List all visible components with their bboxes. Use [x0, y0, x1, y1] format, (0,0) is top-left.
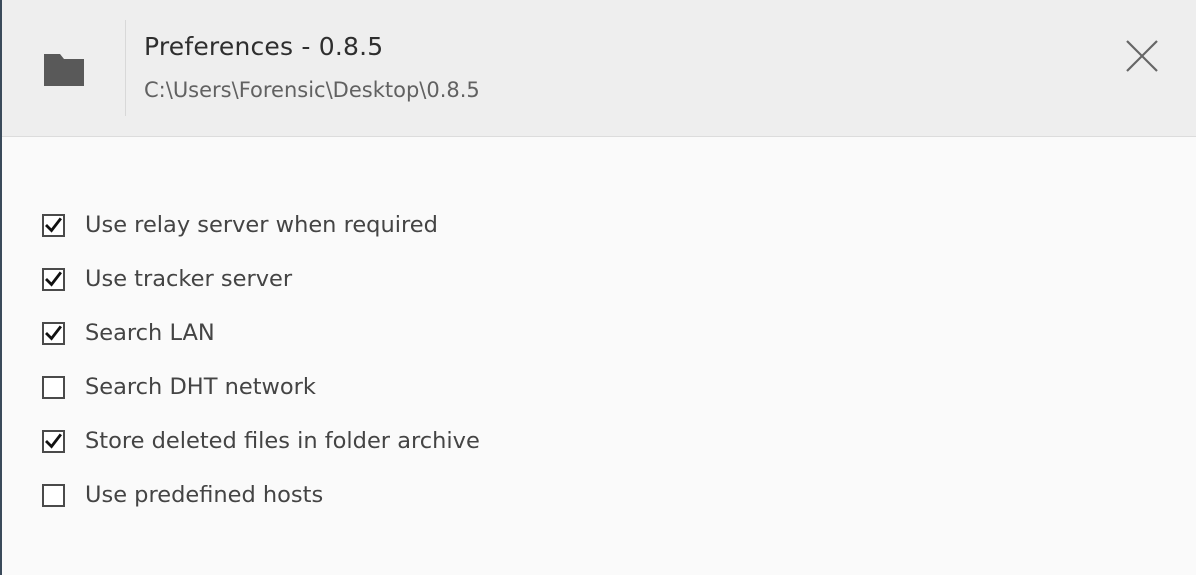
- options-list: Use relay server when required Use track…: [42, 198, 480, 522]
- checkbox-checked[interactable]: [42, 429, 65, 453]
- option-label: Use predefined hosts: [85, 482, 324, 508]
- checkmark-icon: [45, 271, 62, 287]
- checkbox-checked[interactable]: [42, 321, 65, 345]
- option-label: Search LAN: [85, 320, 215, 346]
- dialog-header: Preferences - 0.8.5 C:\Users\Forensic\De…: [2, 0, 1196, 137]
- checkbox-unchecked[interactable]: [42, 483, 65, 507]
- option-predefined-hosts[interactable]: Use predefined hosts: [42, 468, 480, 522]
- checkmark-icon: [45, 433, 62, 449]
- checkbox-unchecked[interactable]: [42, 375, 65, 399]
- checkmark-icon: [45, 325, 62, 341]
- preferences-dialog: Preferences - 0.8.5 C:\Users\Forensic\De…: [0, 0, 1196, 575]
- option-label: Use tracker server: [85, 266, 293, 292]
- option-search-dht[interactable]: Search DHT network: [42, 360, 480, 414]
- folder-icon: [44, 54, 84, 86]
- checkmark-icon: [45, 217, 62, 233]
- option-label: Store deleted files in folder archive: [85, 428, 480, 454]
- close-button[interactable]: [1120, 34, 1164, 78]
- option-label: Use relay server when required: [85, 212, 438, 238]
- option-label: Search DHT network: [85, 374, 316, 400]
- option-relay-server[interactable]: Use relay server when required: [42, 198, 480, 252]
- checkbox-checked[interactable]: [42, 213, 65, 237]
- checkbox-checked[interactable]: [42, 267, 65, 291]
- folder-path: C:\Users\Forensic\Desktop\0.8.5: [144, 78, 480, 102]
- header-divider: [125, 20, 126, 116]
- option-store-deleted-files[interactable]: Store deleted files in folder archive: [42, 414, 480, 468]
- option-search-lan[interactable]: Search LAN: [42, 306, 480, 360]
- dialog-title: Preferences - 0.8.5: [144, 32, 384, 61]
- option-tracker-server[interactable]: Use tracker server: [42, 252, 480, 306]
- close-icon: [1126, 40, 1158, 72]
